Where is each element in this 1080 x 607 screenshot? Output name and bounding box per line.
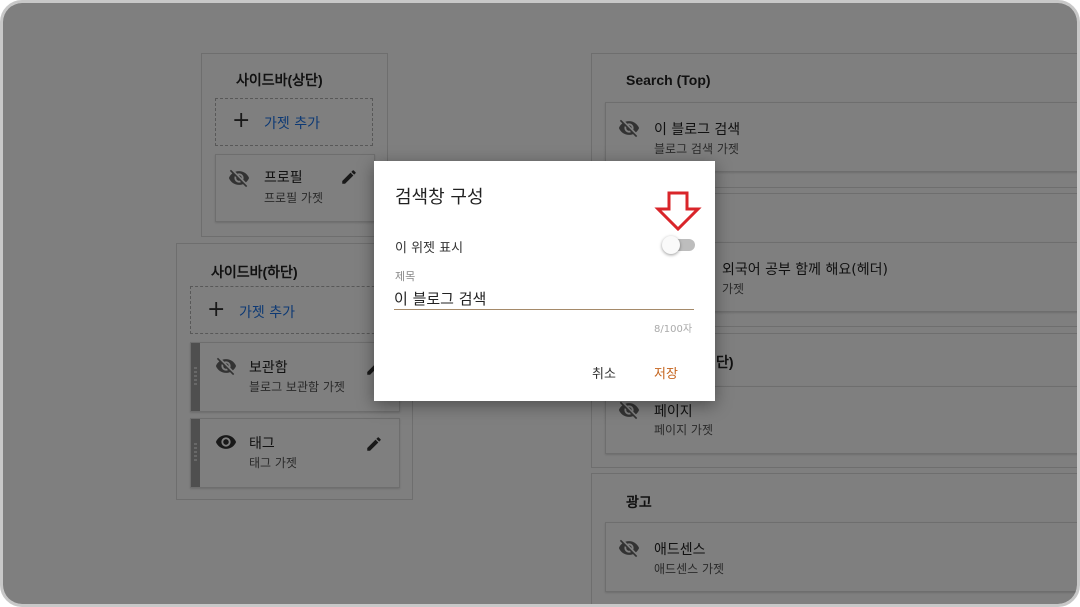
dialog-title: 검색창 구성	[395, 187, 484, 208]
search-config-dialog: 검색창 구성 이 위젯 표시 제목 8/100자 취소 저장	[374, 161, 715, 401]
char-counter: 8/100자	[654, 324, 693, 335]
toggle-label: 이 위젯 표시	[395, 241, 464, 256]
title-input[interactable]	[394, 287, 694, 310]
title-field-label: 제목	[395, 270, 416, 283]
toggle-thumb[interactable]	[662, 236, 680, 254]
save-button[interactable]: 저장	[648, 359, 684, 386]
red-down-arrow-annotation	[654, 191, 702, 231]
screen-frame: 사이드바(상단) + 가젯 추가 프로필 프로필 가젯 사이드바(하단) + 가…	[0, 0, 1080, 607]
cancel-button[interactable]: 취소	[586, 359, 622, 386]
